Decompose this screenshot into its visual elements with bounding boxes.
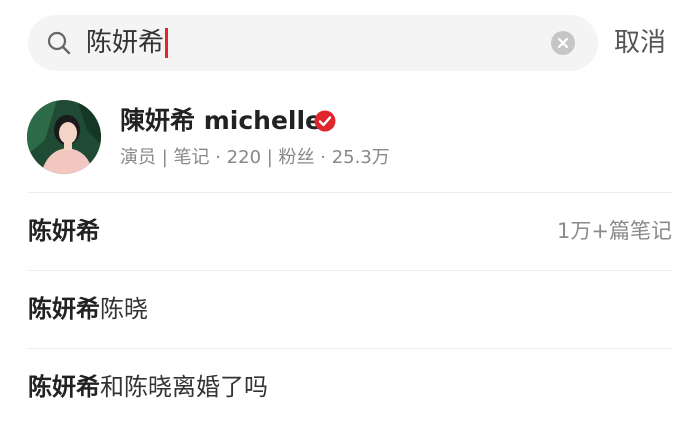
suggestion-count: 1万+篇笔记 [557,219,672,243]
clear-button[interactable] [551,31,575,55]
verified-icon [314,110,336,132]
suggestion-highlight: 陈妍希 [28,295,100,323]
search-input[interactable]: 陈妍希 [86,24,169,62]
text-caret [165,28,169,58]
suggestion-highlight: 陈妍希 [28,217,100,245]
suggestion-highlight: 陈妍希 [28,373,100,401]
avatar-image [27,100,101,174]
suggestion-text: 陈妍希陈晓 [28,292,148,326]
suggestion-text: 陈妍希和陈晓离婚了吗 [28,370,268,404]
divider [28,348,672,349]
suggestion-item[interactable]: 陈妍希陈晓 [0,272,700,348]
user-result[interactable]: 陳妍希 michelle 演员 | 笔记 · 220 | 粉丝 · 25.3万 [0,88,700,192]
divider [28,270,672,271]
suggestion-rest: 和陈晓离婚了吗 [100,373,268,401]
user-name: 陳妍希 michelle [120,106,322,135]
suggestion-rest: 陈晓 [100,295,148,323]
clear-icon [557,37,569,49]
suggestion-item[interactable]: 陈妍希和陈晓离婚了吗 [0,350,700,426]
avatar[interactable] [27,100,101,174]
suggestion-text: 陈妍希 [28,214,100,248]
search-bar-row: 陈妍希 取消 [0,0,700,88]
suggestion-item[interactable]: 陈妍希 1万+篇笔记 [0,194,700,270]
search-query-text: 陈妍希 [86,28,165,58]
search-box[interactable]: 陈妍希 [28,15,598,71]
user-meta: 演员 | 笔记 · 220 | 粉丝 · 25.3万 [120,147,390,168]
cancel-button[interactable]: 取消 [614,26,666,60]
search-icon [47,31,71,55]
divider [28,192,672,193]
